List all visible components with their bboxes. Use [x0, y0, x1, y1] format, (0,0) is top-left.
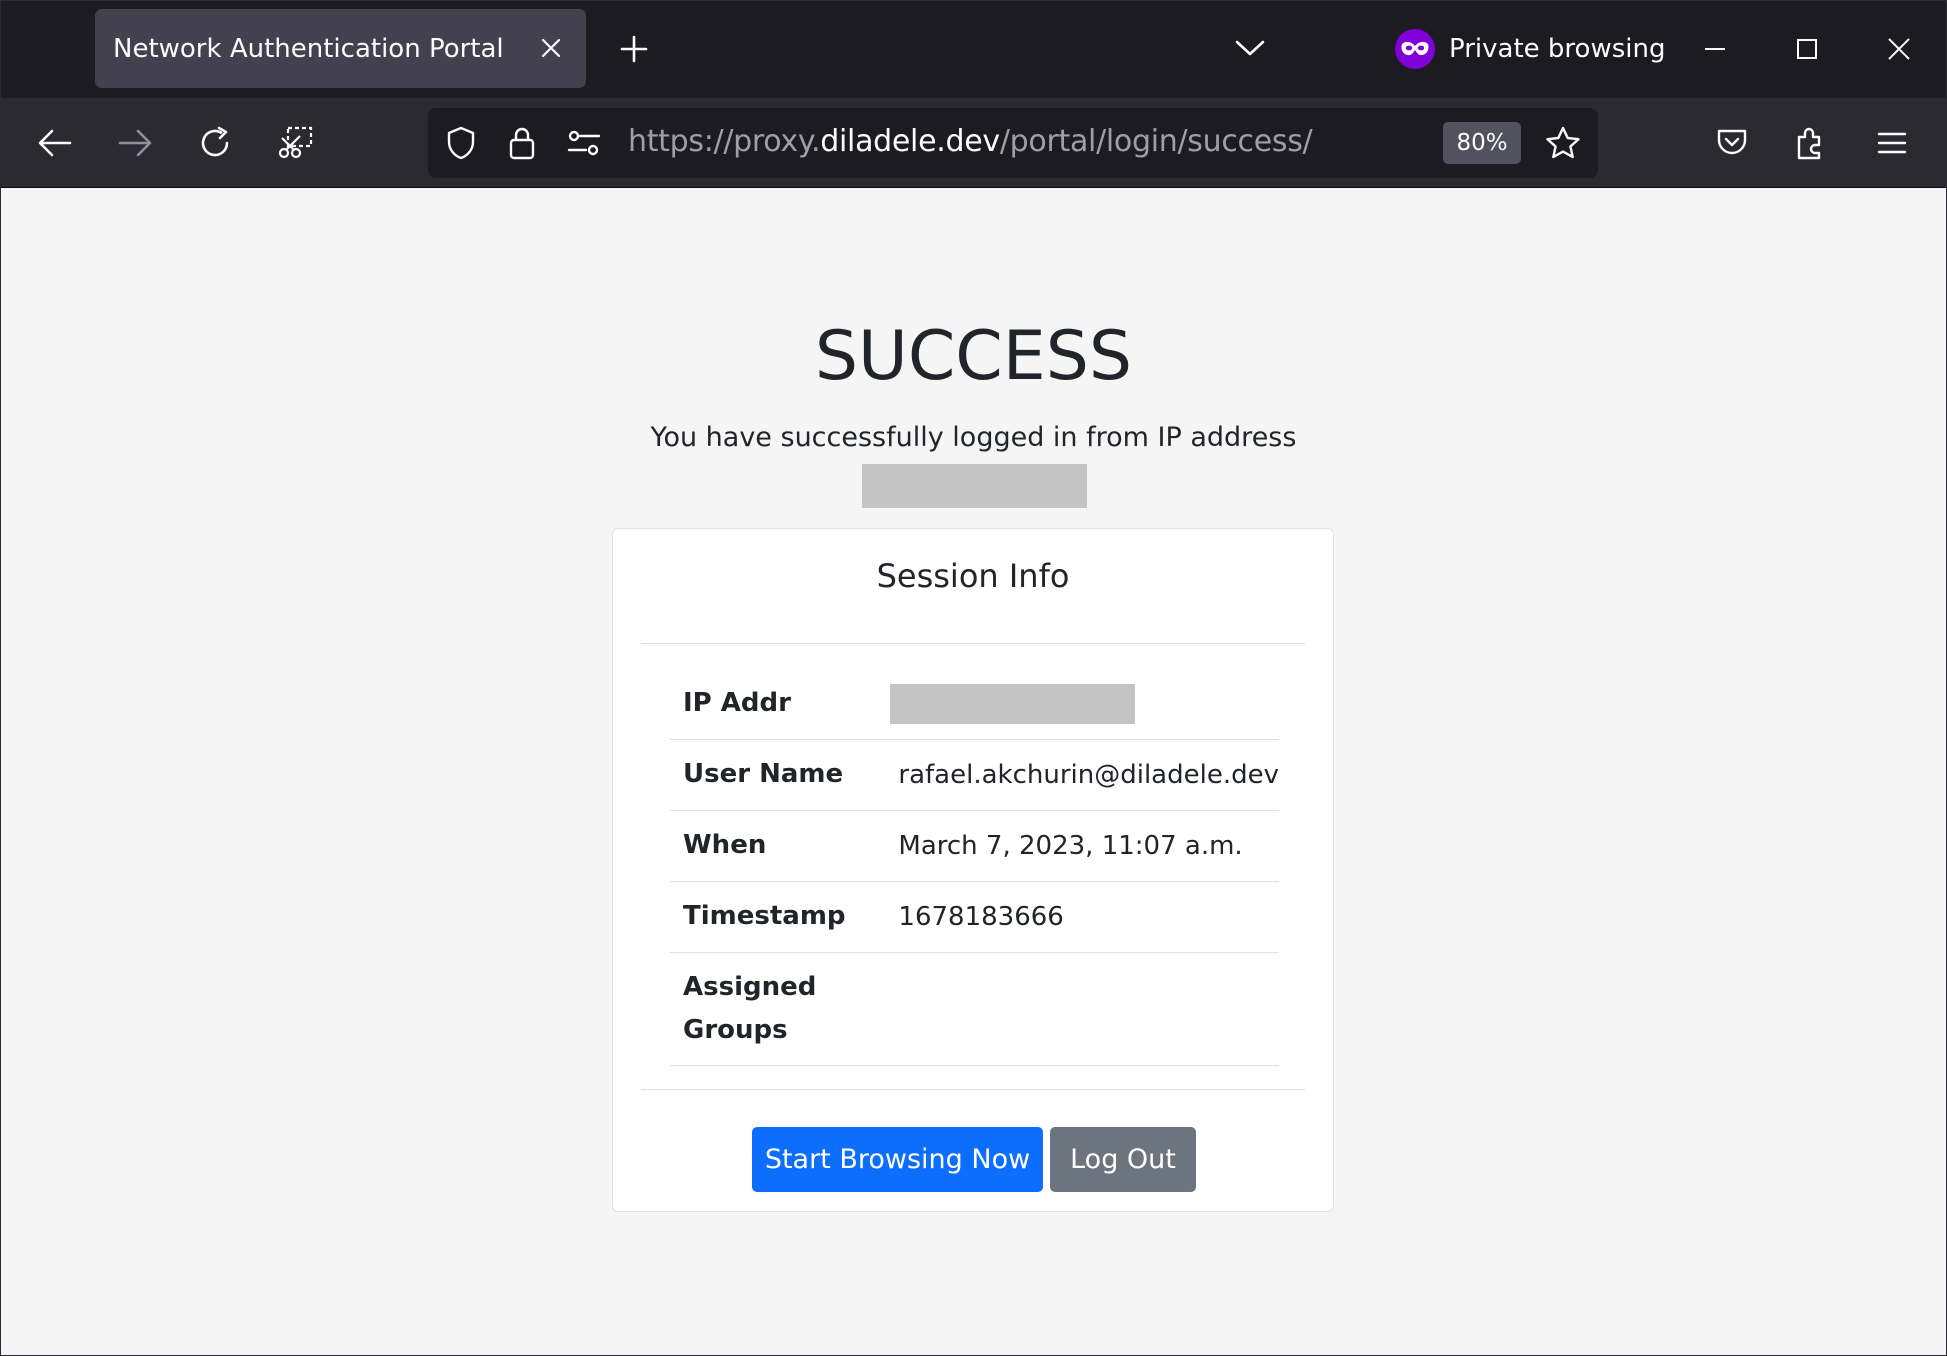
page-content: SUCCESS You have successfully logged in … — [0, 188, 1947, 1356]
row-value — [884, 669, 1279, 740]
extensions-icon[interactable] — [1787, 118, 1837, 168]
url-prefix: https://proxy. — [628, 124, 821, 159]
table-row: Timestamp 1678183666 — [669, 881, 1279, 953]
session-info-table: IP Addr User Name rafael.akchurin@dilade… — [669, 669, 1279, 1066]
success-message: You have successfully logged in from IP … — [650, 422, 1297, 453]
close-icon[interactable] — [534, 31, 568, 65]
shield-icon[interactable] — [440, 122, 482, 164]
row-value — [884, 952, 1279, 1066]
plus-icon[interactable] — [612, 27, 656, 71]
row-value: 1678183666 — [884, 881, 1279, 953]
url-host: diladele.dev — [820, 124, 1000, 159]
url-path: /portal/login/success/ — [999, 124, 1313, 159]
card-title: Session Info — [876, 557, 1070, 595]
row-label: IP Addr — [669, 669, 885, 740]
chevron-down-icon[interactable] — [1228, 28, 1272, 68]
url-text[interactable]: https://proxy.diladele.dev/portal/login/… — [628, 124, 1313, 159]
zoom-indicator[interactable]: 80% — [1443, 122, 1521, 164]
row-value: March 7, 2023, 11:07 a.m. — [884, 810, 1279, 882]
permissions-icon[interactable] — [563, 122, 605, 164]
row-label: User Name — [669, 739, 885, 811]
row-label: When — [669, 810, 885, 882]
private-browsing-label: Private browsing — [1449, 34, 1666, 64]
card-divider-top — [641, 643, 1305, 644]
tab-strip: Network Authentication Portal Private br… — [0, 0, 1947, 98]
table-row: User Name rafael.akchurin@diladele.dev — [669, 739, 1279, 811]
url-bar[interactable]: https://proxy.diladele.dev/portal/login/… — [428, 108, 1598, 178]
tab-active[interactable]: Network Authentication Portal — [95, 9, 586, 88]
window-close-icon[interactable] — [1874, 24, 1924, 74]
table-row: IP Addr — [669, 669, 1279, 740]
maximize-icon[interactable] — [1782, 24, 1832, 74]
session-info-card: Session Info IP Addr User Name rafael.ak… — [612, 528, 1334, 1212]
star-icon[interactable] — [1542, 122, 1584, 164]
card-divider-bottom — [641, 1089, 1305, 1090]
back-arrow-icon[interactable] — [30, 118, 80, 168]
private-browsing-indicator: Private browsing — [1395, 28, 1665, 70]
row-label: Assigned Groups — [669, 952, 885, 1066]
lock-icon[interactable] — [501, 122, 543, 164]
table-row: Assigned Groups — [669, 952, 1279, 1066]
table-row: When March 7, 2023, 11:07 a.m. — [669, 810, 1279, 882]
forward-arrow-icon[interactable] — [110, 118, 160, 168]
private-mask-icon — [1395, 29, 1435, 69]
log-out-button[interactable]: Log Out — [1050, 1127, 1196, 1192]
start-browsing-button[interactable]: Start Browsing Now — [752, 1127, 1043, 1192]
reload-icon[interactable] — [190, 118, 240, 168]
pocket-icon[interactable] — [1707, 118, 1757, 168]
row-label: Timestamp — [669, 881, 885, 953]
screenshot-icon[interactable] — [270, 118, 320, 168]
row-value: rafael.akchurin@diladele.dev — [884, 739, 1279, 811]
redacted-ip-value — [890, 683, 1136, 724]
page-title: SUCCESS — [814, 317, 1133, 396]
menu-icon[interactable] — [1867, 118, 1917, 168]
navigation-toolbar: https://proxy.diladele.dev/portal/login/… — [0, 98, 1947, 188]
minimize-icon[interactable] — [1690, 24, 1740, 74]
redacted-ip-address — [862, 464, 1087, 508]
tab-title: Network Authentication Portal — [113, 33, 504, 64]
